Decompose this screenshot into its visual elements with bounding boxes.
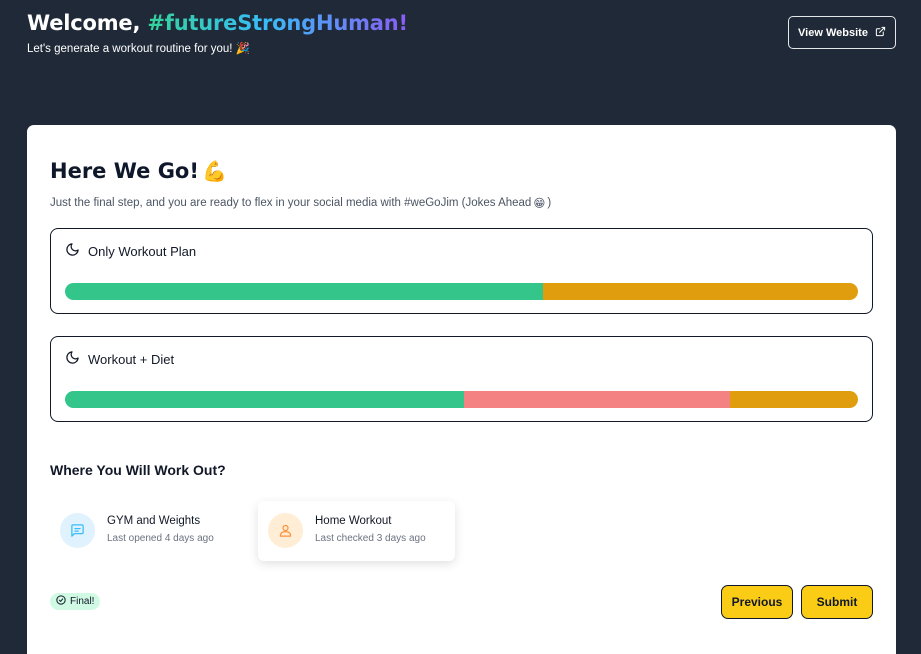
- moon-icon: [65, 350, 80, 368]
- check-circle-icon: [56, 595, 66, 608]
- user-icon: [268, 513, 303, 548]
- workout-card: Here We Go! 💪 Just the final step, and y…: [27, 125, 896, 654]
- location-option-gym[interactable]: GYM and Weights Last opened 4 days ago: [50, 501, 247, 561]
- plan-label: Only Workout Plan: [88, 243, 197, 259]
- moon-icon: [65, 242, 80, 260]
- option-meta: Last checked 3 days ago: [315, 533, 426, 544]
- grin-icon: 😁: [533, 198, 546, 210]
- card-title-text: Here We Go!: [50, 159, 199, 183]
- card-subtitle-end: ): [547, 197, 552, 209]
- option-name: Home Workout: [315, 515, 392, 527]
- progress-segment: [65, 391, 464, 408]
- card-subtitle: Just the final step, and you are ready t…: [50, 196, 551, 210]
- welcome-subtitle: Let's generate a workout routine for you…: [27, 43, 250, 55]
- location-section-title: Where You Will Work Out?: [50, 462, 226, 478]
- view-website-label: View Website: [798, 26, 868, 39]
- external-link-icon: [875, 26, 886, 40]
- submit-button[interactable]: Submit: [801, 585, 873, 619]
- plan-header: Only Workout Plan: [65, 242, 196, 260]
- card-subtitle-text: Just the final step, and you are ready t…: [50, 197, 532, 209]
- final-badge-label: Final!: [70, 596, 95, 607]
- plan-progress-bar: [65, 391, 858, 408]
- progress-segment: [65, 283, 544, 300]
- plan-label: Workout + Diet: [88, 351, 175, 367]
- plan-header: Workout + Diet: [65, 350, 174, 368]
- final-step-badge: Final!: [50, 593, 101, 610]
- option-name: GYM and Weights: [107, 515, 201, 527]
- option-meta: Last opened 4 days ago: [107, 533, 214, 544]
- plan-option-workout-only[interactable]: Only Workout Plan: [50, 228, 873, 314]
- welcome-heading: Welcome, #futureStrongHuman!: [27, 11, 408, 35]
- message-icon: [60, 513, 95, 548]
- progress-segment: [543, 283, 858, 300]
- location-option-home[interactable]: Home Workout Last checked 3 days ago: [258, 501, 455, 561]
- progress-segment: [729, 391, 858, 408]
- flexed-biceps-icon: 💪: [201, 159, 227, 183]
- card-title: Here We Go! 💪: [50, 159, 227, 183]
- view-website-button[interactable]: View Website: [788, 16, 896, 49]
- welcome-name: #futureStrongHuman!: [147, 11, 408, 35]
- plan-progress-bar: [65, 283, 858, 300]
- plan-option-workout-diet[interactable]: Workout + Diet: [50, 336, 873, 422]
- previous-button[interactable]: Previous: [721, 585, 793, 619]
- progress-segment: [463, 391, 730, 408]
- welcome-prefix: Welcome,: [27, 11, 148, 35]
